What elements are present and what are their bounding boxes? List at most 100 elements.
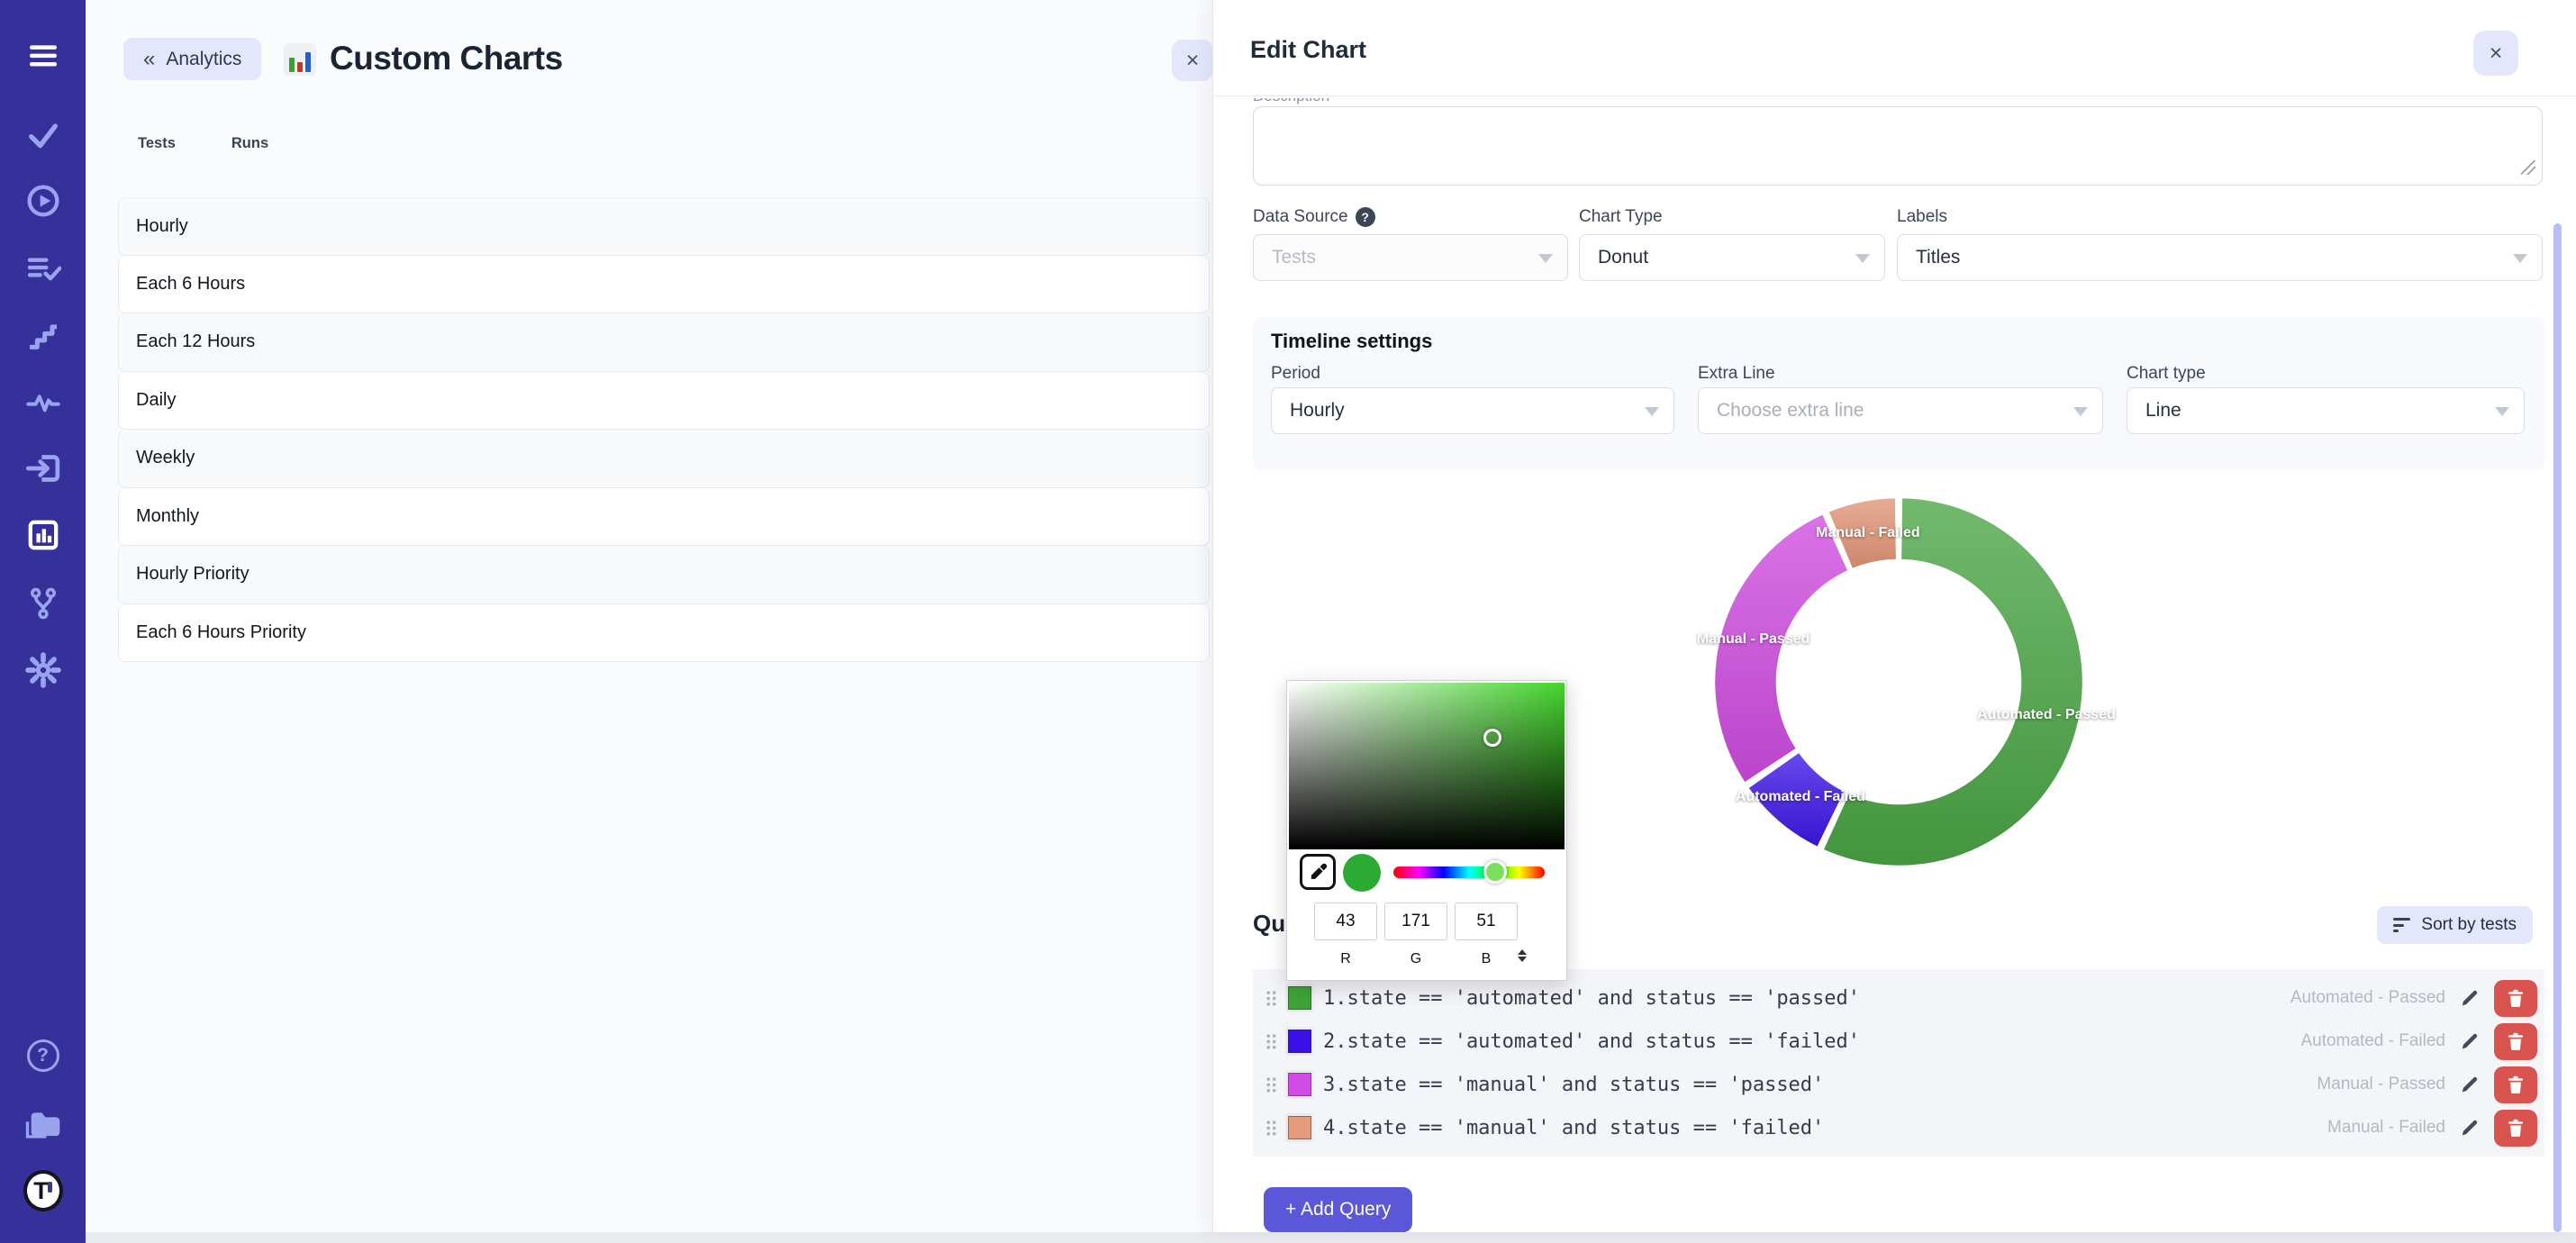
donut-slice-manual-passed[interactable] [1714, 513, 1849, 784]
timeline-chart-type-select[interactable]: Line [2127, 387, 2525, 434]
sidebar-item-tests[interactable] [23, 115, 63, 155]
divider [1213, 95, 2576, 96]
close-edit-chart-button[interactable]: × [2473, 31, 2518, 76]
query-title: Automated - Failed [2300, 1031, 2445, 1051]
tab-tests[interactable]: Tests [138, 135, 176, 152]
edit-query-button[interactable] [2460, 988, 2480, 1008]
sidebar-item-help[interactable]: ? [23, 1036, 63, 1075]
sidebar-item-menu-icon[interactable] [23, 36, 63, 76]
labels-label: Labels [1897, 207, 1947, 227]
chart-list-item[interactable]: Each 12 Hours [118, 313, 1210, 372]
bar-blue [305, 52, 311, 72]
sidebar-item-app-logo[interactable]: T [23, 1171, 63, 1211]
sidebar-item-pulse[interactable] [23, 383, 63, 422]
pencil-icon [2460, 1031, 2480, 1051]
drag-handle-icon[interactable] [1265, 1033, 1277, 1050]
hue-slider[interactable] [1393, 866, 1545, 878]
current-color-swatch[interactable] [1343, 854, 1381, 892]
sidebar-item-import[interactable] [23, 449, 63, 488]
bar-green [289, 58, 295, 72]
query-color-swatch[interactable] [1285, 1113, 1314, 1142]
delete-query-button[interactable] [2494, 1066, 2537, 1103]
timeline-chart-type-label: Chart type [2127, 364, 2206, 384]
color-format-toggle[interactable] [1518, 949, 1527, 962]
chart-list-item[interactable]: Monthly [118, 488, 1210, 547]
edit-query-button[interactable] [2460, 1031, 2480, 1051]
query-expression: 4.state == 'manual' and status == 'faile… [1323, 1117, 1824, 1139]
query-color-swatch[interactable] [1285, 1070, 1314, 1099]
chevron-down-icon [1538, 254, 1553, 263]
delete-query-button[interactable] [2494, 1110, 2537, 1147]
green-input[interactable] [1384, 903, 1447, 940]
sort-by-tests-button[interactable]: Sort by tests [2377, 906, 2533, 944]
sidebar-item-analytics[interactable] [23, 515, 63, 555]
green-label: G [1384, 951, 1447, 967]
blue-label: B [1455, 951, 1518, 967]
description-textarea[interactable] [1253, 106, 2543, 186]
sidebar-item-checklist[interactable] [23, 248, 63, 287]
sidebar-item-runs[interactable] [23, 181, 63, 221]
bar-chart-icon [284, 43, 316, 76]
query-row: 3.state == 'manual' and status == 'passe… [1253, 1063, 2544, 1106]
blue-input[interactable] [1455, 903, 1518, 940]
tab-runs[interactable]: Runs [231, 135, 268, 152]
drag-handle-icon[interactable] [1265, 1076, 1277, 1093]
description-label-clipped: Description [1253, 98, 1329, 106]
delete-query-button[interactable] [2494, 980, 2537, 1017]
extra-line-select[interactable]: Choose extra line [1698, 387, 2103, 434]
sidebar-item-milestones[interactable] [23, 315, 63, 355]
period-label: Period [1271, 364, 1320, 384]
trash-icon [2508, 1032, 2524, 1050]
drag-handle-icon[interactable] [1265, 990, 1277, 1007]
app-window: ?T « Analytics Custom Charts × TestsRuns… [0, 0, 2576, 1243]
data-source-select[interactable]: Tests [1253, 234, 1568, 281]
sidebar-item-projects-folder[interactable] [23, 1103, 63, 1143]
chevron-down-icon [2073, 407, 2088, 416]
chevron-left-icon: « [143, 47, 155, 72]
folder-icon [25, 1105, 61, 1141]
chart-list: HourlyEach 6 HoursEach 12 HoursDailyWeek… [118, 197, 1210, 662]
delete-query-button[interactable] [2494, 1023, 2537, 1060]
custom-charts-panel: « Analytics Custom Charts × Tests Runs Ho… [86, 0, 1212, 1232]
pencil-icon [2460, 1075, 2480, 1094]
sidebar: ?T [0, 0, 86, 1243]
close-panel-button[interactable]: × [1172, 40, 1213, 81]
pencil-icon [2460, 1118, 2480, 1138]
trash-icon [2508, 989, 2524, 1007]
help-icon[interactable]: ? [1356, 207, 1375, 227]
page-title: Custom Charts [330, 40, 563, 77]
period-select[interactable]: Hourly [1271, 387, 1674, 434]
add-query-button[interactable]: + Add Query [1264, 1187, 1412, 1232]
eyedropper-button[interactable] [1300, 854, 1336, 890]
saturation-cursor[interactable] [1483, 729, 1501, 747]
chart-list-item[interactable]: Each 6 Hours Priority [118, 604, 1210, 663]
query-title: Manual - Passed [2317, 1075, 2445, 1094]
help-icon: ? [27, 1039, 59, 1072]
chevron-down-icon [2495, 407, 2509, 416]
chevron-down-icon [2513, 254, 2527, 263]
sidebar-item-settings[interactable] [23, 650, 63, 690]
donut-chart[interactable] [1692, 475, 2106, 889]
saturation-area[interactable] [1289, 683, 1565, 849]
query-color-swatch[interactable] [1285, 984, 1314, 1012]
back-to-analytics-button[interactable]: « Analytics [123, 38, 261, 80]
edit-query-button[interactable] [2460, 1118, 2480, 1138]
edit-query-button[interactable] [2460, 1075, 2480, 1094]
chart-list-item[interactable]: Weekly [118, 430, 1210, 488]
chart-list-item[interactable]: Hourly [118, 197, 1210, 256]
drag-handle-icon[interactable] [1265, 1120, 1277, 1137]
chart-type-select[interactable]: Donut [1579, 234, 1885, 281]
labels-select[interactable]: Titles [1897, 234, 2543, 281]
red-input[interactable] [1314, 903, 1377, 940]
hue-slider-thumb[interactable] [1483, 860, 1507, 884]
sidebar-item-branches[interactable] [23, 584, 63, 623]
chart-type-label: Chart Type [1579, 207, 1663, 227]
scrollbar-thumb[interactable] [2553, 223, 2562, 1232]
chart-list-item[interactable]: Each 6 Hours [118, 256, 1210, 314]
red-label: R [1314, 951, 1377, 967]
trash-icon [2508, 1075, 2524, 1093]
chart-list-item[interactable]: Hourly Priority [118, 546, 1210, 604]
chevron-down-icon [1645, 407, 1659, 416]
query-color-swatch[interactable] [1285, 1027, 1314, 1056]
chart-list-item[interactable]: Daily [118, 372, 1210, 431]
